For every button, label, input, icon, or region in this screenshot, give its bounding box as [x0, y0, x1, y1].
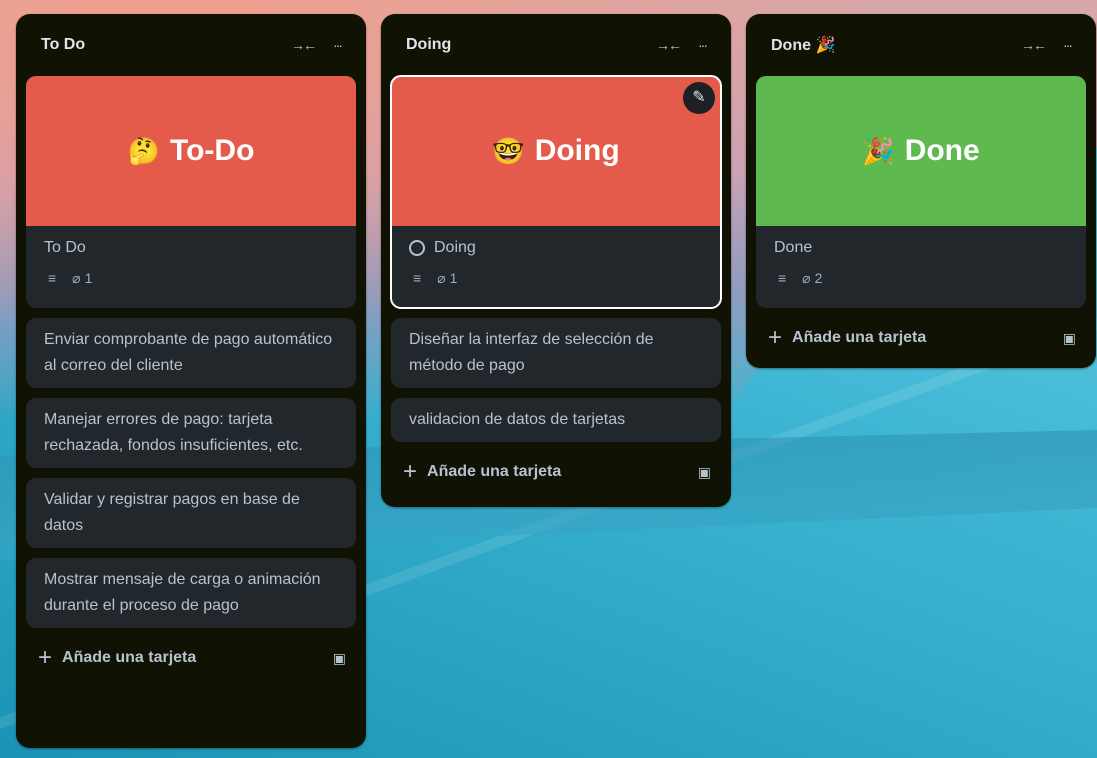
- list-header: Done 🎉 →← ···: [746, 14, 1096, 76]
- cover-text: To-Do: [169, 134, 255, 167]
- list-header: Doing →← ···: [381, 14, 731, 76]
- description-icon: ≡: [778, 270, 787, 286]
- description-icon: ≡: [48, 270, 57, 286]
- list-footer: + Añade una tarjeta ▣: [381, 452, 731, 492]
- attachment-count: 2: [814, 270, 823, 286]
- card-title: Diseñar la interfaz de selección de méto…: [409, 331, 654, 374]
- attachment-count: 1: [449, 270, 458, 286]
- card-cover: 🤔 To-Do: [26, 76, 356, 226]
- list-todo: To Do →← ··· 🤔 To-Do To Do ≡ ⌀ 1 Enviar …: [16, 14, 366, 748]
- cover-card-done[interactable]: 🎉 Done Done ≡ ⌀ 2: [756, 76, 1086, 308]
- list-title[interactable]: Doing: [406, 36, 649, 54]
- template-icon[interactable]: ▣: [698, 464, 711, 481]
- list-title[interactable]: Done 🎉: [771, 35, 1014, 55]
- plus-icon[interactable]: +: [38, 646, 52, 670]
- edit-icon[interactable]: ✎: [683, 82, 715, 114]
- card-cover: 🎉 Done: [756, 76, 1086, 226]
- list-done: Done 🎉 →← ··· 🎉 Done Done ≡ ⌀ 2 + Añade …: [746, 14, 1096, 368]
- cover-emoji: 🤓: [492, 136, 525, 166]
- cover-text: Done: [904, 134, 980, 167]
- more-icon[interactable]: ···: [1052, 30, 1082, 60]
- card-cover: 🤓 Doing: [391, 76, 721, 226]
- card-title: validacion de datos de tarjetas: [409, 411, 626, 428]
- cover-card-todo[interactable]: 🤔 To-Do To Do ≡ ⌀ 1: [26, 76, 356, 308]
- add-card-button[interactable]: Añade una tarjeta: [792, 329, 1063, 347]
- cover-card-doing[interactable]: 🤓 Doing ✎ Doing ≡ ⌀ 1: [390, 75, 722, 309]
- collapse-icon[interactable]: →←: [653, 30, 683, 60]
- list-card[interactable]: Validar y registrar pagos en base de dat…: [26, 478, 356, 548]
- list-footer: + Añade una tarjeta ▣: [746, 318, 1096, 358]
- more-icon[interactable]: ···: [322, 30, 352, 60]
- card-title: To Do: [44, 239, 86, 256]
- complete-checkbox[interactable]: [409, 240, 425, 256]
- collapse-icon[interactable]: →←: [288, 30, 318, 60]
- card-title: Enviar comprobante de pago automático al…: [44, 331, 333, 374]
- card-badges: ≡ ⌀ 1: [409, 265, 703, 291]
- template-icon[interactable]: ▣: [333, 650, 346, 667]
- list-footer: + Añade una tarjeta ▣: [16, 638, 366, 678]
- plus-icon[interactable]: +: [403, 460, 417, 484]
- list-card[interactable]: Manejar errores de pago: tarjeta rechaza…: [26, 398, 356, 468]
- card-title: Mostrar mensaje de carga o animación dur…: [44, 571, 321, 614]
- list-card[interactable]: Enviar comprobante de pago automático al…: [26, 318, 356, 388]
- add-card-button[interactable]: Añade una tarjeta: [62, 649, 333, 667]
- card-title: Manejar errores de pago: tarjeta rechaza…: [44, 411, 303, 454]
- list-card[interactable]: Diseñar la interfaz de selección de méto…: [391, 318, 721, 388]
- cover-emoji: 🤔: [127, 136, 160, 166]
- more-icon[interactable]: ···: [687, 30, 717, 60]
- card-title: Doing: [434, 239, 476, 256]
- template-icon[interactable]: ▣: [1063, 330, 1076, 347]
- list-header: To Do →← ···: [16, 14, 366, 76]
- list-doing: Doing →← ··· 🤓 Doing ✎ Doing ≡ ⌀ 1 Diseñ…: [381, 14, 731, 507]
- attachment-icon: ⌀: [802, 270, 811, 286]
- attachment-count: 1: [84, 270, 93, 286]
- attachment-icon: ⌀: [437, 270, 446, 286]
- card-badges: ≡ ⌀ 1: [44, 265, 338, 291]
- attachment-icon: ⌀: [72, 270, 81, 286]
- cover-text: Doing: [534, 134, 620, 167]
- list-card[interactable]: Mostrar mensaje de carga o animación dur…: [26, 558, 356, 628]
- card-badges: ≡ ⌀ 2: [774, 265, 1068, 291]
- collapse-icon[interactable]: →←: [1018, 30, 1048, 60]
- card-title: Validar y registrar pagos en base de dat…: [44, 491, 300, 534]
- list-card[interactable]: validacion de datos de tarjetas: [391, 398, 721, 442]
- list-title[interactable]: To Do: [41, 36, 284, 54]
- cover-emoji: 🎉: [862, 136, 895, 166]
- add-card-button[interactable]: Añade una tarjeta: [427, 463, 698, 481]
- card-title: Done: [774, 239, 813, 256]
- description-icon: ≡: [413, 270, 422, 286]
- plus-icon[interactable]: +: [768, 326, 782, 350]
